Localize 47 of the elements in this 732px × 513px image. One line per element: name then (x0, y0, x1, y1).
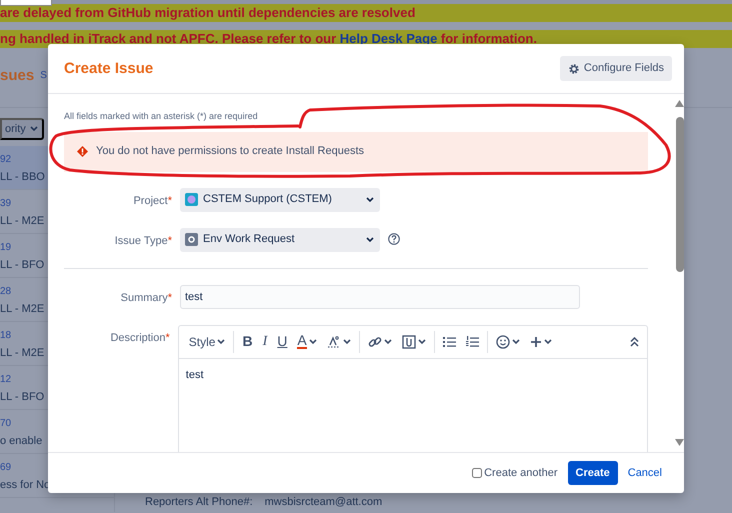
popup-edge (0, 0, 52, 6)
field-label: Issue Type* (114, 234, 172, 248)
dialog-title: Create Issue (64, 60, 154, 78)
caret-icon (30, 126, 38, 132)
field-label: Description* (109, 330, 170, 346)
issue-type-icon (185, 233, 198, 246)
caret-icon (366, 196, 374, 202)
bullets-icon (442, 336, 456, 348)
error-icon (77, 146, 88, 157)
project-avatar-icon (185, 193, 198, 206)
link-icon (368, 334, 382, 348)
emoji-icon (496, 334, 510, 348)
create-button[interactable]: Create (568, 461, 618, 485)
configure-fields-button[interactable]: Configure Fields (560, 56, 672, 81)
editor-text: test (184, 368, 205, 382)
field-label: Project* (132, 194, 172, 208)
announcement-banner: are delayed from GitHub migration until dependencies are resolved (0, 4, 732, 22)
field-label: Summary* (120, 290, 172, 306)
priority-filter[interactable]: ority (0, 118, 44, 140)
summary-field[interactable]: test (180, 284, 580, 308)
required-note: All fields marked with an asterisk (*) are required (64, 110, 259, 123)
scroll-down-icon[interactable] (675, 439, 684, 446)
checkbox-label: Create another (484, 466, 558, 481)
scrollbar[interactable] (675, 94, 684, 452)
help-icon[interactable] (388, 232, 400, 244)
attach-icon (402, 334, 416, 348)
field-label: Reporters Alt Phone#: (145, 494, 253, 510)
underline-button[interactable]: U (275, 330, 290, 352)
issue-type-select[interactable]: Env Work Request (180, 228, 380, 252)
style-dropdown[interactable]: Style (186, 330, 228, 352)
format-icon (326, 336, 341, 348)
settings-icon (568, 62, 580, 74)
project-select[interactable]: CSTEM Support (CSTEM) (180, 188, 380, 212)
insert-icon (530, 336, 542, 348)
numbers-icon (466, 336, 479, 348)
bold-button[interactable]: B (240, 330, 255, 352)
error-message: You do not have permissions to create Install Requests (64, 132, 648, 172)
scroll-up-icon[interactable] (675, 100, 684, 107)
create-another-checkbox[interactable] (472, 468, 482, 478)
scrollbar-thumb[interactable] (676, 117, 684, 272)
caret-icon (366, 236, 374, 242)
cancel-link[interactable]: Cancel (626, 464, 664, 482)
field-value: mwsbisrcteam@att.com (264, 494, 382, 510)
page-heading: sues (0, 66, 34, 84)
italic-button[interactable]: I (260, 330, 270, 352)
collapse-icon (630, 336, 639, 346)
text-color-button[interactable]: A (295, 330, 319, 352)
